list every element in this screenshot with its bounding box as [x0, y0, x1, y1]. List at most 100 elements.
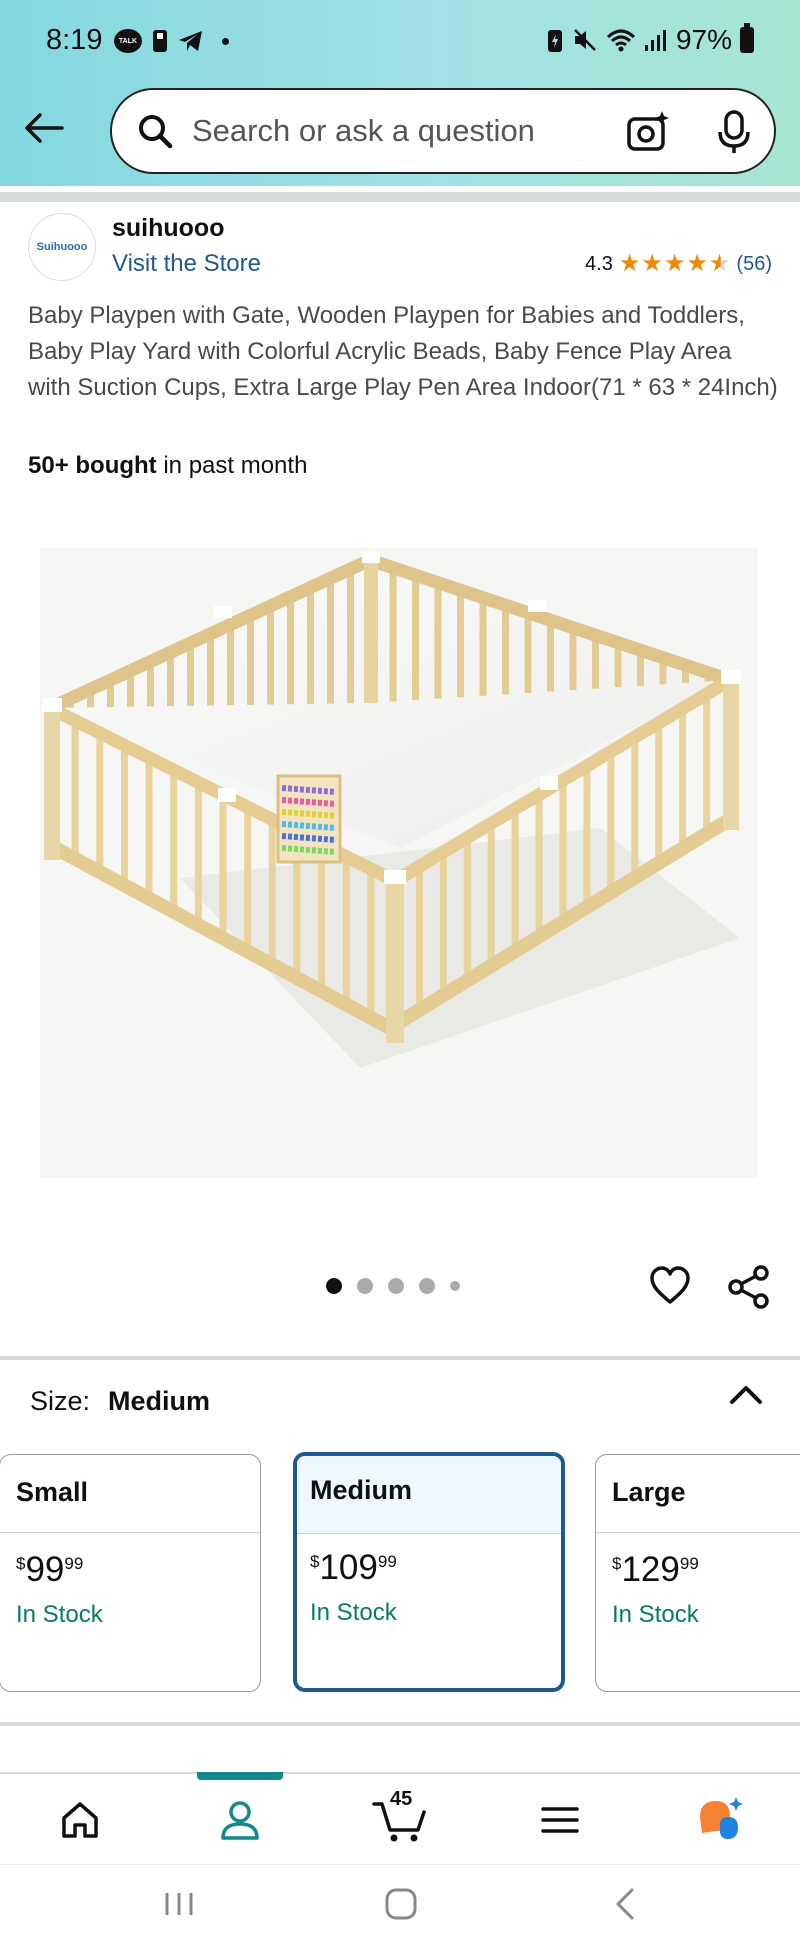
playpen-bar — [524, 612, 532, 693]
menu-icon — [541, 1807, 579, 1833]
header-divider — [0, 192, 800, 202]
playpen-bar — [479, 597, 487, 696]
chevron-up-icon — [730, 1386, 762, 1404]
bought-count: 50+ bought — [28, 452, 157, 479]
visit-store-link[interactable]: Visit the Store — [112, 250, 261, 278]
home-button[interactable] — [384, 1887, 418, 1926]
size-option-name: Large — [596, 1455, 800, 1533]
battery-level: 97% — [675, 24, 732, 55]
playpen-bar — [219, 794, 227, 938]
product-image[interactable] — [40, 548, 758, 1178]
playpen-bar — [502, 605, 509, 695]
system-back-button[interactable] — [610, 1887, 640, 1926]
search-bar[interactable] — [110, 88, 776, 174]
star-icon: ★ — [686, 250, 708, 277]
carousel-dot[interactable] — [388, 1278, 404, 1294]
size-option-name: Small — [0, 1455, 260, 1533]
playpen-bar — [244, 806, 252, 951]
rating-summary[interactable]: 4.3 ★ ★ ★ ★ ★ (56) — [585, 252, 772, 276]
size-option-price: $ 99 99 — [16, 1551, 83, 1589]
playpen-bar — [96, 732, 104, 874]
playpen-bar — [187, 643, 194, 706]
image-carousel-dots[interactable] — [326, 1278, 460, 1294]
stock-status: In Stock — [16, 1601, 103, 1628]
playpen-illustration — [40, 548, 758, 1178]
size-option-large[interactable]: Large $ 129 99 In Stock — [595, 1454, 800, 1692]
cart-count-badge: 45 — [390, 1788, 413, 1810]
price-whole: 129 — [621, 1550, 680, 1589]
size-label: Size: — [30, 1386, 91, 1416]
price-fraction: 99 — [377, 1552, 397, 1571]
playpen-bar — [434, 582, 442, 699]
playpen-bar — [511, 809, 519, 953]
playpen-bar — [415, 866, 423, 1013]
battery-saver-icon — [547, 30, 562, 52]
size-collapse-button[interactable] — [728, 1382, 764, 1413]
playpen-bar — [71, 720, 79, 861]
carousel-dot[interactable] — [450, 1281, 460, 1291]
back-arrow-icon — [25, 113, 64, 143]
carousel-dot[interactable] — [419, 1278, 435, 1294]
stock-status: In Stock — [612, 1601, 699, 1628]
size-option-medium[interactable]: Medium $ 109 99 In Stock — [293, 1452, 565, 1692]
home-icon — [62, 1802, 98, 1838]
playpen-bar — [227, 624, 234, 706]
system-back-icon — [616, 1888, 634, 1920]
playpen-bar — [655, 723, 663, 863]
playpen-bar — [457, 590, 464, 698]
playpen-bar — [207, 634, 214, 706]
back-button[interactable] — [18, 102, 70, 154]
store-logo[interactable]: Suihuooo — [28, 213, 96, 281]
playpen-bar — [287, 597, 294, 705]
playpen-bar — [307, 587, 314, 704]
playpen-bar — [247, 615, 254, 705]
section-divider — [0, 1356, 800, 1360]
home-button-icon — [385, 1888, 417, 1920]
telegram-icon — [179, 31, 202, 51]
playpen-bar — [347, 569, 354, 704]
price-currency: $ — [16, 1554, 26, 1573]
size-option-price: $ 129 99 — [612, 1551, 699, 1589]
nav-account[interactable] — [200, 1788, 280, 1852]
price-currency: $ — [612, 1554, 622, 1573]
star-icon: ★ — [618, 250, 641, 277]
review-count[interactable]: (56) — [736, 253, 772, 276]
nav-home[interactable] — [40, 1788, 120, 1852]
playpen-bar — [367, 868, 375, 1016]
recent-apps-icon — [165, 1893, 193, 1915]
carousel-dot[interactable] — [326, 1278, 342, 1294]
bought-period: in past month — [156, 452, 308, 479]
playpen-bar — [268, 819, 276, 964]
store-logo-text: Suihuooo — [36, 241, 88, 253]
playpen-bar — [327, 578, 334, 704]
camera-search-icon[interactable] — [624, 108, 672, 156]
recent-apps-button[interactable] — [162, 1887, 196, 1926]
share-button[interactable] — [726, 1264, 772, 1315]
carousel-dot[interactable] — [357, 1278, 373, 1294]
playpen-bar — [120, 745, 128, 887]
nav-menu[interactable] — [520, 1788, 600, 1852]
microphone-icon[interactable] — [714, 108, 754, 156]
search-input[interactable] — [192, 108, 612, 154]
signal-icon — [644, 30, 666, 51]
playpen-bar — [592, 635, 599, 689]
wifi-icon — [606, 29, 635, 52]
size-option-small[interactable]: Small $ 99 99 In Stock — [0, 1454, 261, 1692]
star-icon: ★ — [641, 250, 663, 277]
price-whole: 109 — [319, 1548, 378, 1587]
wishlist-button[interactable] — [648, 1264, 692, 1313]
playpen-bar — [412, 575, 419, 701]
status-indicators: 97% — [546, 23, 754, 56]
price-currency: $ — [310, 1552, 320, 1571]
talk-icon: TALK — [114, 29, 142, 53]
nav-rufus-assistant[interactable] — [680, 1788, 760, 1852]
star-rating: ★ ★ ★ ★ ★ — [619, 252, 731, 276]
playpen-bar — [487, 823, 495, 968]
playpen-bar — [145, 757, 153, 900]
mute-icon — [574, 29, 596, 51]
playpen-bar — [559, 780, 567, 923]
playpen-bar — [318, 843, 326, 990]
search-icon — [139, 115, 173, 149]
playpen-bar — [170, 769, 178, 913]
playpen-bar — [535, 794, 543, 938]
